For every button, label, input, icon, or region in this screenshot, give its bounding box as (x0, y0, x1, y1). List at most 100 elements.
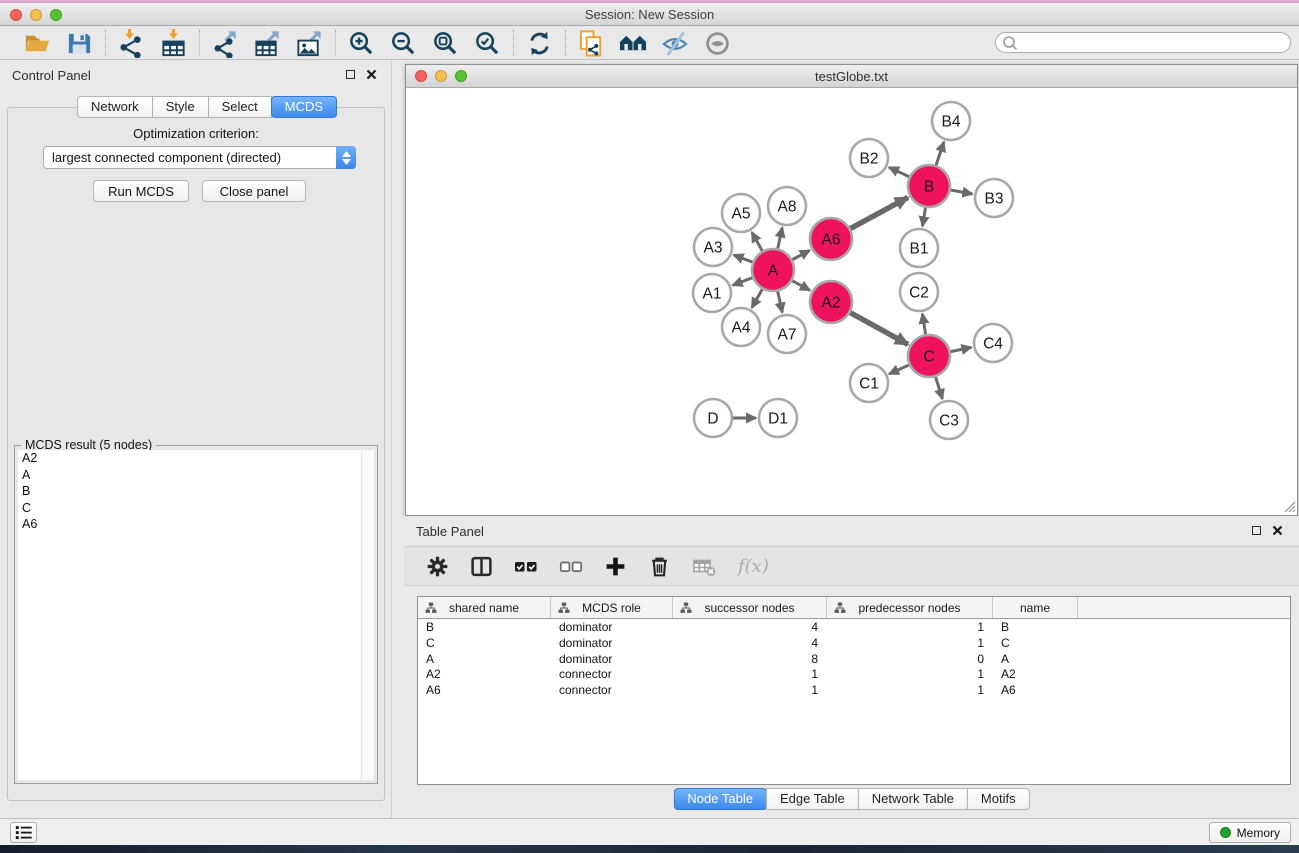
first-neighbors-icon[interactable] (619, 29, 648, 58)
zoom-in-icon[interactable] (347, 29, 376, 58)
select-all-icon[interactable] (514, 555, 538, 578)
tab-motifs[interactable]: Motifs (967, 788, 1030, 810)
new-network-from-selection-icon[interactable] (577, 29, 606, 58)
graph-edge-C-C4[interactable] (951, 347, 972, 351)
graph-node-A3[interactable]: A3 (694, 228, 732, 266)
graph-node-C4[interactable]: C4 (974, 324, 1012, 362)
float-table-panel-icon[interactable] (1252, 526, 1261, 535)
graph-node-A7[interactable]: A7 (768, 315, 806, 353)
tab-select[interactable]: Select (208, 96, 272, 118)
close-panel-icon[interactable] (366, 69, 377, 80)
open-session-icon[interactable] (23, 29, 52, 58)
graph-node-C1[interactable]: C1 (850, 364, 888, 402)
graph-edge-A-A5[interactable] (752, 232, 762, 251)
tab-style[interactable]: Style (152, 96, 209, 118)
float-panel-icon[interactable] (346, 70, 355, 79)
graph-edge-A-A3[interactable] (734, 255, 753, 262)
memory-button[interactable]: Memory (1209, 822, 1291, 843)
import-table-icon[interactable] (159, 29, 188, 58)
search-field[interactable] (995, 32, 1291, 53)
table-row[interactable]: Bdominator41B (418, 619, 1290, 635)
graph-edge-A2-C[interactable] (850, 313, 908, 345)
column-header-shared-name[interactable]: shared name (418, 597, 551, 618)
graph-node-A5[interactable]: A5 (722, 194, 760, 232)
hide-selected-icon[interactable] (661, 29, 690, 58)
export-network-icon[interactable] (211, 29, 240, 58)
graph-edge-C-C1[interactable] (889, 365, 909, 374)
tab-network-table[interactable]: Network Table (858, 788, 968, 810)
close-table-panel-icon[interactable] (1272, 525, 1283, 536)
graph-node-A6[interactable]: A6 (810, 218, 852, 260)
graph-edge-C-C3[interactable] (936, 377, 943, 399)
close-panel-button[interactable]: Close panel (202, 180, 306, 202)
function-builder-icon[interactable]: f(x) (738, 556, 769, 577)
list-scrollbar[interactable] (361, 450, 374, 780)
column-header-name[interactable]: name (993, 597, 1078, 618)
delete-table-icon[interactable] (692, 555, 717, 578)
network-window-titlebar[interactable]: testGlobe.txt (406, 65, 1297, 88)
graph-node-B3[interactable]: B3 (975, 179, 1013, 217)
graph-edge-A-A4[interactable] (752, 289, 762, 308)
graph-node-B[interactable]: B (908, 165, 950, 207)
task-history-button[interactable] (10, 822, 37, 843)
zoom-fit-icon[interactable] (431, 29, 460, 58)
mcds-result-list[interactable]: A2ABCA6 (18, 450, 374, 780)
tab-edge-table[interactable]: Edge Table (766, 788, 859, 810)
graph-edge-A-A2[interactable] (792, 281, 810, 291)
graph-edge-A-A8[interactable] (778, 227, 783, 248)
graph-node-C[interactable]: C (908, 335, 950, 377)
export-table-icon[interactable] (253, 29, 282, 58)
run-mcds-button[interactable]: Run MCDS (93, 180, 189, 202)
graph-node-B4[interactable]: B4 (932, 102, 970, 140)
graph-node-D[interactable]: D (694, 399, 732, 437)
network-canvas[interactable]: A A1 A3 A4 A5 A7 A8A6 A2 B B1 B2 B3 B4 C C1 C2 C3 C4 D D1 (406, 88, 1297, 515)
graph-node-B1[interactable]: B1 (900, 229, 938, 267)
graph-node-A1[interactable]: A1 (693, 274, 731, 312)
column-header-MCDS-role[interactable]: MCDS role (551, 597, 673, 618)
graph-edge-B-B4[interactable] (936, 142, 944, 165)
graph-edge-C-C2[interactable] (922, 314, 925, 335)
unselect-all-icon[interactable] (559, 555, 583, 578)
table-row[interactable]: Adominator80A (418, 651, 1290, 667)
mcds-result-item[interactable]: A2 (18, 450, 374, 467)
table-settings-icon[interactable] (426, 555, 449, 578)
graph-node-A[interactable]: A (752, 249, 794, 291)
save-session-icon[interactable] (65, 29, 94, 58)
mcds-result-item[interactable]: A (18, 467, 374, 484)
graph-edge-A6-B[interactable] (850, 197, 908, 228)
criterion-dropdown[interactable]: largest connected component (directed) (43, 146, 356, 169)
graph-edge-B-B1[interactable] (923, 208, 926, 227)
column-header-successor-nodes[interactable]: successor nodes (673, 597, 827, 618)
graph-node-A8[interactable]: A8 (768, 187, 806, 225)
table-row[interactable]: A2connector11A2 (418, 666, 1290, 682)
export-image-icon[interactable] (295, 29, 324, 58)
mcds-result-item[interactable]: B (18, 483, 374, 500)
show-columns-icon[interactable] (470, 555, 493, 578)
graph-edge-A-A1[interactable] (733, 278, 753, 285)
graph-node-A4[interactable]: A4 (722, 308, 760, 346)
add-column-icon[interactable] (604, 555, 627, 578)
import-network-icon[interactable] (117, 29, 146, 58)
graph-edge-A-A6[interactable] (792, 250, 809, 259)
graph-edge-B-B2[interactable] (889, 167, 909, 176)
graph-edge-A-A7[interactable] (778, 291, 783, 312)
tab-node-table[interactable]: Node Table (673, 788, 767, 810)
tab-mcds[interactable]: MCDS (271, 96, 337, 118)
zoom-out-icon[interactable] (389, 29, 418, 58)
graph-edge-B-B3[interactable] (951, 190, 973, 194)
table-row[interactable]: Cdominator41C (418, 635, 1290, 651)
zoom-selected-icon[interactable] (473, 29, 502, 58)
graph-node-C3[interactable]: C3 (930, 401, 968, 439)
graph-node-B2[interactable]: B2 (850, 139, 888, 177)
tab-network[interactable]: Network (77, 96, 153, 118)
mcds-result-item[interactable]: A6 (18, 516, 374, 533)
graph-node-A2[interactable]: A2 (810, 281, 852, 323)
graph-node-D1[interactable]: D1 (759, 399, 797, 437)
table-row[interactable]: A6connector11A6 (418, 682, 1290, 698)
splitpane-divider[interactable] (391, 60, 404, 818)
column-header-predecessor-nodes[interactable]: predecessor nodes (827, 597, 993, 618)
graph-node-C2[interactable]: C2 (900, 273, 938, 311)
mcds-result-item[interactable]: C (18, 500, 374, 517)
show-all-icon[interactable] (703, 29, 732, 58)
refresh-icon[interactable] (525, 29, 554, 58)
